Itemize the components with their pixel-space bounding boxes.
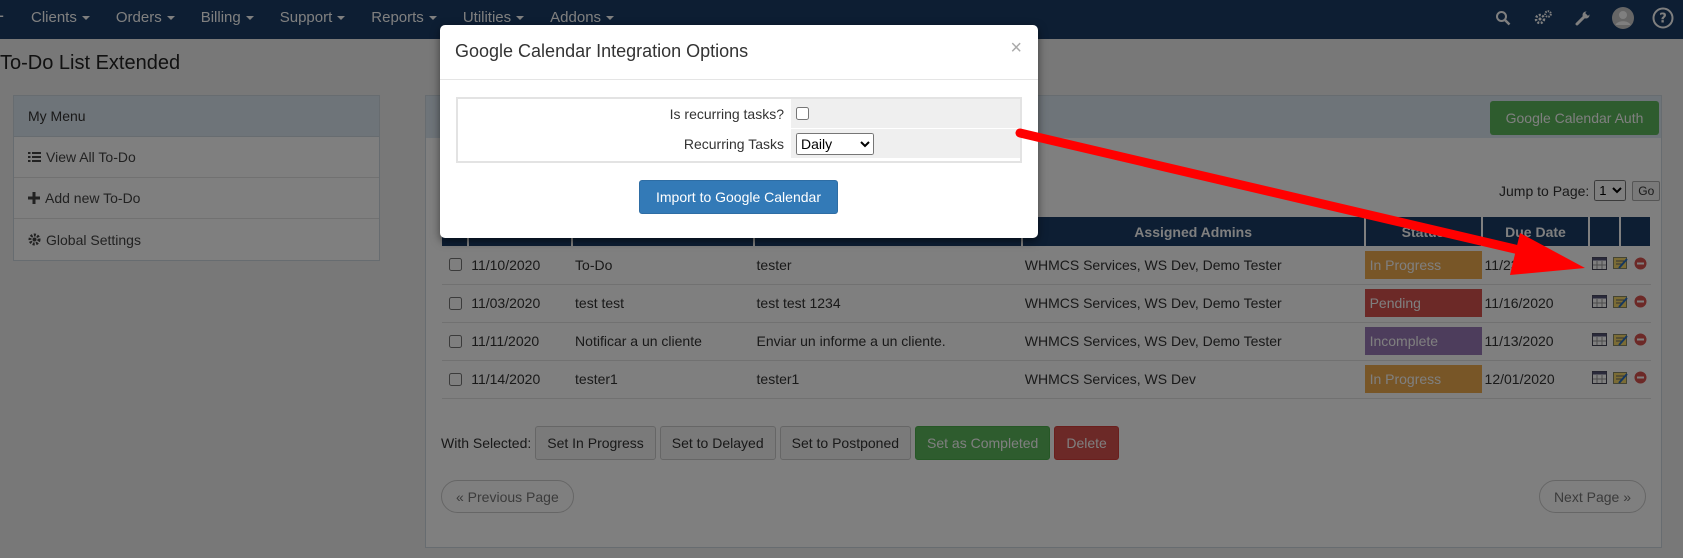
recurring-label: Is recurring tasks? <box>669 106 784 122</box>
modal-header: Google Calendar Integration Options × <box>440 25 1038 80</box>
recurring-checkbox[interactable] <box>796 107 809 120</box>
recurring-tasks-label: Recurring Tasks <box>683 136 784 152</box>
modal-form: Is recurring tasks? Recurring Tasks Dail… <box>456 97 1022 163</box>
import-to-google-calendar-button[interactable]: Import to Google Calendar <box>639 180 838 214</box>
recurring-row: Is recurring tasks? <box>458 99 1020 129</box>
modal-title: Google Calendar Integration Options <box>455 41 749 61</box>
close-icon[interactable]: × <box>1010 37 1022 60</box>
recurring-tasks-select[interactable]: Daily <box>796 132 874 155</box>
google-calendar-modal: Google Calendar Integration Options × Is… <box>440 25 1038 238</box>
recurring-tasks-row: Recurring Tasks Daily <box>458 129 1020 159</box>
